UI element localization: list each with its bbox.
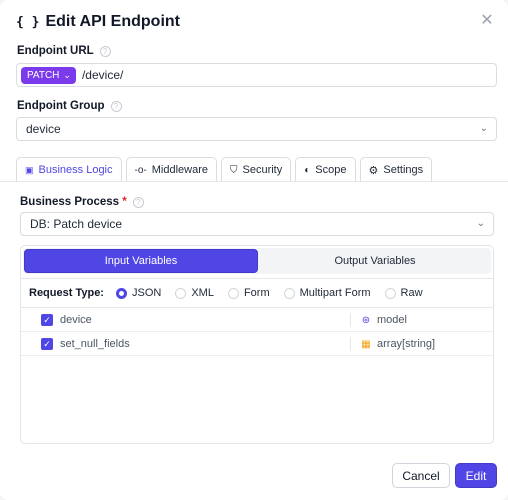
radio-icon <box>227 287 239 299</box>
endpoint-url-field[interactable]: PATCH ⌄ /device/ <box>16 63 497 87</box>
commit-icon: -o- <box>134 164 147 176</box>
chevron-down-icon: ⌄ <box>479 123 488 134</box>
tab-middleware[interactable]: -o- Middleware <box>125 157 217 182</box>
tab-settings[interactable]: ⚙ Settings <box>359 157 433 182</box>
business-process-value: DB: Patch device <box>30 217 123 231</box>
input-variables-tab[interactable]: Input Variables <box>24 249 258 273</box>
cancel-button[interactable]: Cancel <box>392 463 450 488</box>
variable-name: set_null_fields <box>60 338 130 350</box>
variable-type: ▦ array[string] <box>361 338 436 350</box>
endpoint-group-select[interactable]: device ⌄ <box>16 117 497 141</box>
shield-icon: ⛉ <box>230 164 238 176</box>
variables-toggle: Input Variables Output Variables <box>23 248 491 274</box>
endpoint-path[interactable]: /device/ <box>82 68 123 82</box>
tab-divider <box>0 181 508 182</box>
close-icon[interactable]: ✕ <box>478 11 496 29</box>
required-mark: * <box>122 196 127 208</box>
radio-icon <box>175 287 187 299</box>
variable-type: ⊛ model <box>361 314 407 326</box>
method-dropdown[interactable]: PATCH ⌄ <box>21 66 76 84</box>
radio-selected-icon <box>115 287 127 299</box>
checkbox-checked-icon[interactable]: ✓ <box>41 338 53 350</box>
gear-icon: ⚙ <box>368 164 379 177</box>
chevron-down-icon: ⌄ <box>476 218 485 229</box>
play-square-icon: ▣ <box>25 164 34 175</box>
variable-row: ✓ device ⊛ model <box>21 309 493 332</box>
radio-icon <box>283 287 295 299</box>
radio-json[interactable]: JSON <box>115 287 161 299</box>
radio-multipart-form[interactable]: Multipart Form <box>283 287 371 299</box>
edit-button[interactable]: Edit <box>455 463 497 488</box>
tab-scope[interactable]: ◐ Scope <box>295 157 356 182</box>
variable-name: device <box>60 314 92 326</box>
variables-panel: Input Variables Output Variables Request… <box>20 245 494 444</box>
business-process-select[interactable]: DB: Patch device ⌄ <box>20 212 494 236</box>
tab-security[interactable]: ⛉ Security <box>221 157 292 182</box>
request-type-label: Request Type: <box>29 287 104 299</box>
edit-endpoint-dialog: { } Edit API Endpoint ✕ Endpoint URL ? P… <box>0 0 508 500</box>
tab-business-logic[interactable]: ▣ Business Logic <box>16 157 122 182</box>
checkbox-checked-icon[interactable]: ✓ <box>41 314 53 326</box>
grid-icon: ▦ <box>361 338 371 350</box>
tab-bar: ▣ Business Logic -o- Middleware ⛉ Securi… <box>16 157 433 182</box>
chevron-down-icon: ⌄ <box>63 69 71 80</box>
model-icon: ⊛ <box>361 314 371 326</box>
contrast-icon: ◐ <box>304 164 311 176</box>
dialog-title: { } Edit API Endpoint <box>16 13 180 31</box>
endpoint-url-label: Endpoint URL ? <box>17 45 111 57</box>
info-icon: ? <box>132 196 144 208</box>
business-process-label: Business Process * ? <box>20 196 144 208</box>
output-variables-tab[interactable]: Output Variables <box>259 249 491 273</box>
braces-icon: { } <box>16 14 40 30</box>
info-icon: ? <box>99 45 111 57</box>
variable-row: ✓ set_null_fields ▦ array[string] <box>21 333 493 356</box>
column-divider <box>350 337 351 351</box>
endpoint-group-value: device <box>26 122 61 136</box>
radio-raw[interactable]: Raw <box>384 287 423 299</box>
endpoint-group-label: Endpoint Group ? <box>17 100 122 112</box>
request-type-row: Request Type: JSON XML Form Multipart Fo… <box>21 278 493 308</box>
dialog-title-text: Edit API Endpoint <box>45 13 180 30</box>
radio-icon <box>384 287 396 299</box>
column-divider <box>350 313 351 327</box>
method-label: PATCH <box>27 69 60 81</box>
info-icon: ? <box>110 100 122 112</box>
radio-xml[interactable]: XML <box>175 287 214 299</box>
radio-form[interactable]: Form <box>227 287 270 299</box>
